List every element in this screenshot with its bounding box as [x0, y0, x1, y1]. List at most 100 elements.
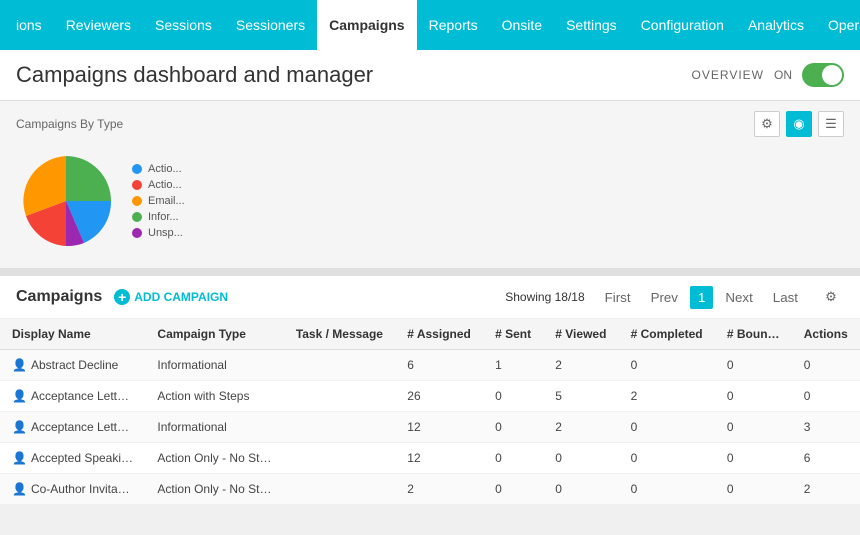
- cell-name: 👤Acceptance Lett…: [0, 381, 145, 412]
- table-row: 👤Acceptance Lett… Informational 12 0 2 0…: [0, 412, 860, 443]
- legend-label-2: Email...: [148, 195, 185, 207]
- col-header-actions: Actions: [792, 319, 860, 350]
- cell-name: 👤Accepted Speaki…: [0, 443, 145, 474]
- nav-item-onsite[interactable]: Onsite: [490, 0, 554, 50]
- add-campaign-label: ADD CAMPAIGN: [134, 290, 228, 304]
- chart-legend: Actio... Actio... Email... Infor... Unsp…: [132, 163, 185, 239]
- cell-actions: 6: [792, 443, 860, 474]
- chart-area: Campaigns By Type ⚙ ◉ ☰: [0, 101, 860, 268]
- last-page-button[interactable]: Last: [765, 286, 806, 309]
- legend-dot-0: [132, 164, 142, 174]
- nav-item-operation[interactable]: Operation: [816, 0, 860, 50]
- settings-icon-btn[interactable]: ⚙: [754, 111, 780, 137]
- current-page-button[interactable]: 1: [690, 286, 713, 309]
- cell-viewed: 2: [543, 412, 618, 443]
- chart-title: Campaigns By Type: [16, 117, 123, 131]
- cell-assigned: 12: [395, 443, 483, 474]
- pie-chart-icon-btn[interactable]: ◉: [786, 111, 812, 137]
- page-title: Campaigns dashboard and manager: [16, 62, 373, 88]
- col-header-completed: # Completed: [619, 319, 715, 350]
- showing-text: Showing 18/18: [505, 290, 584, 304]
- overview-toggle[interactable]: [802, 63, 844, 87]
- cell-sent: 0: [483, 381, 543, 412]
- cell-type: Informational: [145, 412, 283, 443]
- pie-chart-svg: [16, 151, 116, 251]
- add-campaign-button[interactable]: + ADD CAMPAIGN: [114, 289, 228, 305]
- legend-item-4: Unsp...: [132, 227, 185, 239]
- cell-bounce: 0: [715, 443, 792, 474]
- cell-completed: 0: [619, 474, 715, 505]
- cell-name: 👤Acceptance Lett…: [0, 412, 145, 443]
- legend-dot-1: [132, 180, 142, 190]
- col-header-campaign-type: Campaign Type: [145, 319, 283, 350]
- cell-type: Action with Steps: [145, 381, 283, 412]
- cell-task: [284, 412, 395, 443]
- cell-bounce: 0: [715, 474, 792, 505]
- col-header-bounce: # Boun…: [715, 319, 792, 350]
- chart-content: Actio... Actio... Email... Infor... Unsp…: [16, 143, 844, 258]
- col-header-assigned: # Assigned: [395, 319, 483, 350]
- cell-actions: 3: [792, 412, 860, 443]
- nav-item-ions[interactable]: ions: [4, 0, 54, 50]
- chart-header: Campaigns By Type ⚙ ◉ ☰: [16, 111, 844, 137]
- nav-item-sessions[interactable]: Sessions: [143, 0, 224, 50]
- nav-item-reports[interactable]: Reports: [417, 0, 490, 50]
- first-page-button[interactable]: First: [597, 286, 639, 309]
- table-row: 👤Accepted Speaki… Action Only - No St… 1…: [0, 443, 860, 474]
- nav-item-reviewers[interactable]: Reviewers: [54, 0, 143, 50]
- nav-item-sessioners[interactable]: Sessioners: [224, 0, 317, 50]
- legend-item-3: Infor...: [132, 211, 185, 223]
- table-row: 👤Acceptance Lett… Action with Steps 26 0…: [0, 381, 860, 412]
- cell-completed: 0: [619, 412, 715, 443]
- cell-task: [284, 381, 395, 412]
- next-page-button[interactable]: Next: [717, 286, 760, 309]
- cell-bounce: 0: [715, 350, 792, 381]
- cell-actions: 0: [792, 381, 860, 412]
- campaigns-table: Display Name Campaign Type Task / Messag…: [0, 319, 860, 505]
- cell-assigned: 26: [395, 381, 483, 412]
- cell-task: [284, 443, 395, 474]
- cell-name: 👤Abstract Decline: [0, 350, 145, 381]
- legend-dot-4: [132, 228, 142, 238]
- nav-item-configuration[interactable]: Configuration: [629, 0, 736, 50]
- cell-viewed: 0: [543, 443, 618, 474]
- campaigns-header: Campaigns + ADD CAMPAIGN Showing 18/18 F…: [0, 276, 860, 319]
- cell-task: [284, 350, 395, 381]
- legend-label-3: Infor...: [148, 211, 179, 223]
- nav-item-campaigns[interactable]: Campaigns: [317, 0, 416, 50]
- cell-bounce: 0: [715, 412, 792, 443]
- legend-dot-2: [132, 196, 142, 206]
- chart-view-controls: ⚙ ◉ ☰: [754, 111, 844, 137]
- cell-type: Informational: [145, 350, 283, 381]
- prev-page-button[interactable]: Prev: [643, 286, 686, 309]
- col-header-display-name: Display Name: [0, 319, 145, 350]
- legend-item-1: Actio...: [132, 179, 185, 191]
- cell-viewed: 0: [543, 474, 618, 505]
- cell-actions: 0: [792, 350, 860, 381]
- cell-sent: 0: [483, 412, 543, 443]
- on-label: ON: [774, 68, 792, 82]
- cell-viewed: 5: [543, 381, 618, 412]
- cell-type: Action Only - No St…: [145, 474, 283, 505]
- cell-assigned: 2: [395, 474, 483, 505]
- pie-chart: [16, 151, 116, 251]
- pagination-info: Showing 18/18: [505, 290, 584, 304]
- cell-actions: 2: [792, 474, 860, 505]
- cell-completed: 0: [619, 443, 715, 474]
- cell-assigned: 6: [395, 350, 483, 381]
- cell-sent: 0: [483, 443, 543, 474]
- plus-icon: +: [114, 289, 130, 305]
- pagination-controls: First Prev 1 Next Last: [597, 286, 806, 309]
- table-settings-button[interactable]: ⚙: [818, 284, 844, 310]
- list-icon-btn[interactable]: ☰: [818, 111, 844, 137]
- nav-item-analytics[interactable]: Analytics: [736, 0, 816, 50]
- nav-item-settings[interactable]: Settings: [554, 0, 629, 50]
- col-header-sent: # Sent: [483, 319, 543, 350]
- cell-completed: 0: [619, 350, 715, 381]
- header-controls: OVERVIEW ON: [692, 63, 844, 87]
- table-row: 👤Abstract Decline Informational 6 1 2 0 …: [0, 350, 860, 381]
- cell-name: 👤Co-Author Invita…: [0, 474, 145, 505]
- cell-bounce: 0: [715, 381, 792, 412]
- cell-task: [284, 474, 395, 505]
- chart-section: Campaigns By Type ⚙ ◉ ☰: [0, 101, 860, 276]
